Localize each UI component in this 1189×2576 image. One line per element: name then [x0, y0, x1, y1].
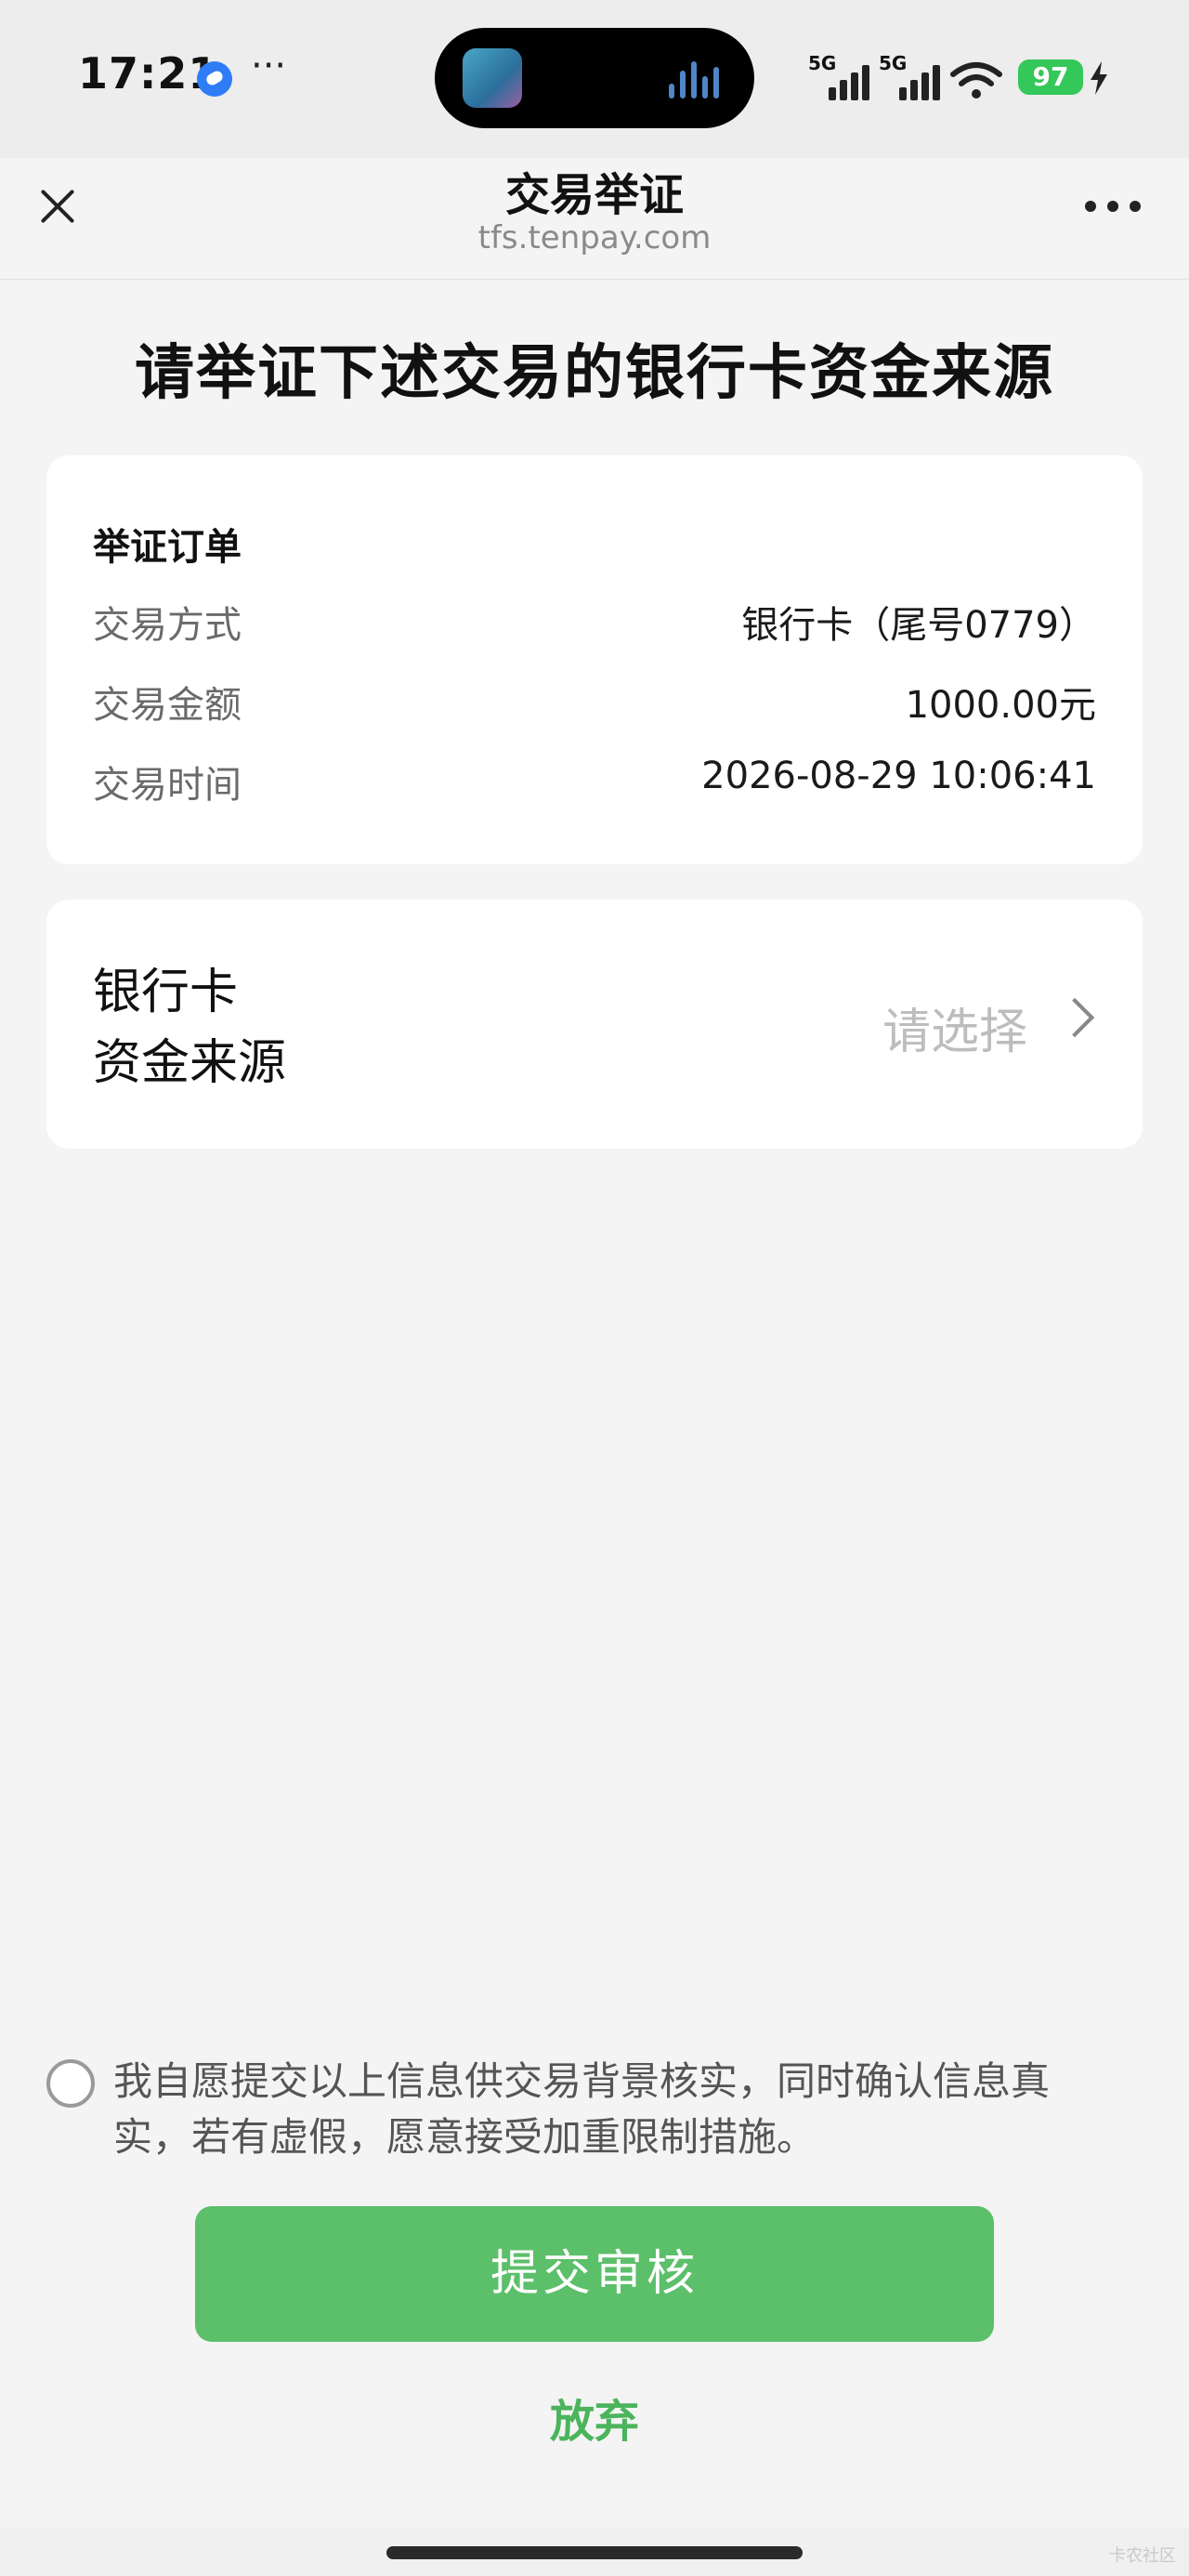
- row-value: 1000.00元: [905, 684, 1096, 727]
- order-row-amount: 交易金额 1000.00元: [93, 675, 1096, 730]
- fund-source-label-line1: 银行卡: [93, 965, 239, 1020]
- status-indicators: 5G 5G 97: [808, 52, 1115, 100]
- abandon-button[interactable]: 放弃: [409, 2385, 780, 2459]
- media-thumbnail: [463, 48, 522, 108]
- fund-source-label-line2: 资金来源: [93, 1035, 287, 1091]
- fund-source-placeholder: 请选择: [882, 1005, 1027, 1060]
- home-indicator[interactable]: [386, 2546, 803, 2559]
- watermark: 卡农社区: [1109, 2546, 1176, 2566]
- network-type-label: 5G: [808, 52, 837, 74]
- row-label: 交易金额: [93, 684, 242, 727]
- chevron-right-icon: [1054, 997, 1095, 1038]
- status-bar: 17:21 ··· 5G 5G 97: [0, 0, 1189, 158]
- order-row-time: 交易时间 2026-08-29 10:06:41: [93, 755, 1096, 810]
- page-title: 请举证下述交易的银行卡资金来源: [135, 339, 1054, 408]
- nav-subtitle-domain: tfs.tenpay.com: [477, 219, 712, 256]
- order-card: 举证订单 交易方式 银行卡（尾号0779） 交易金额 1000.00元 交易时间…: [46, 455, 1143, 864]
- battery-icon: 97: [1018, 59, 1083, 95]
- signal-icon: 5G: [879, 52, 944, 100]
- submit-review-button[interactable]: 提交审核: [195, 2206, 994, 2342]
- row-value: 银行卡（尾号0779）: [741, 604, 1096, 647]
- charging-icon: [1091, 61, 1107, 95]
- row-label: 交易时间: [93, 764, 242, 807]
- fund-source-selector[interactable]: 银行卡 资金来源 请选择: [46, 900, 1143, 1149]
- header-divider: [0, 279, 1189, 280]
- row-value: 2026-08-29 10:06:41: [701, 755, 1096, 797]
- network-type-label: 5G: [879, 52, 908, 74]
- row-label: 交易方式: [93, 604, 242, 647]
- consent-checkbox[interactable]: [46, 2059, 95, 2108]
- status-more-indicator: ···: [251, 45, 287, 87]
- fund-source-label: 银行卡 资金来源: [93, 957, 286, 1098]
- consent-text: 我自愿提交以上信息供交易背景核实，同时确认信息真实，若有虚假，愿意接受加重限制措…: [113, 2058, 1051, 2160]
- order-card-title: 举证订单: [93, 526, 242, 569]
- wifi-icon: [950, 62, 1002, 99]
- order-row-method: 交易方式 银行卡（尾号0779）: [93, 595, 1096, 651]
- audio-wave-icon: [669, 61, 725, 99]
- nav-title: 交易举证: [504, 169, 684, 221]
- app-notification-icon: [197, 61, 232, 97]
- dynamic-island[interactable]: [435, 28, 754, 128]
- signal-icon: 5G: [808, 52, 873, 100]
- more-dots-icon[interactable]: [1085, 201, 1141, 214]
